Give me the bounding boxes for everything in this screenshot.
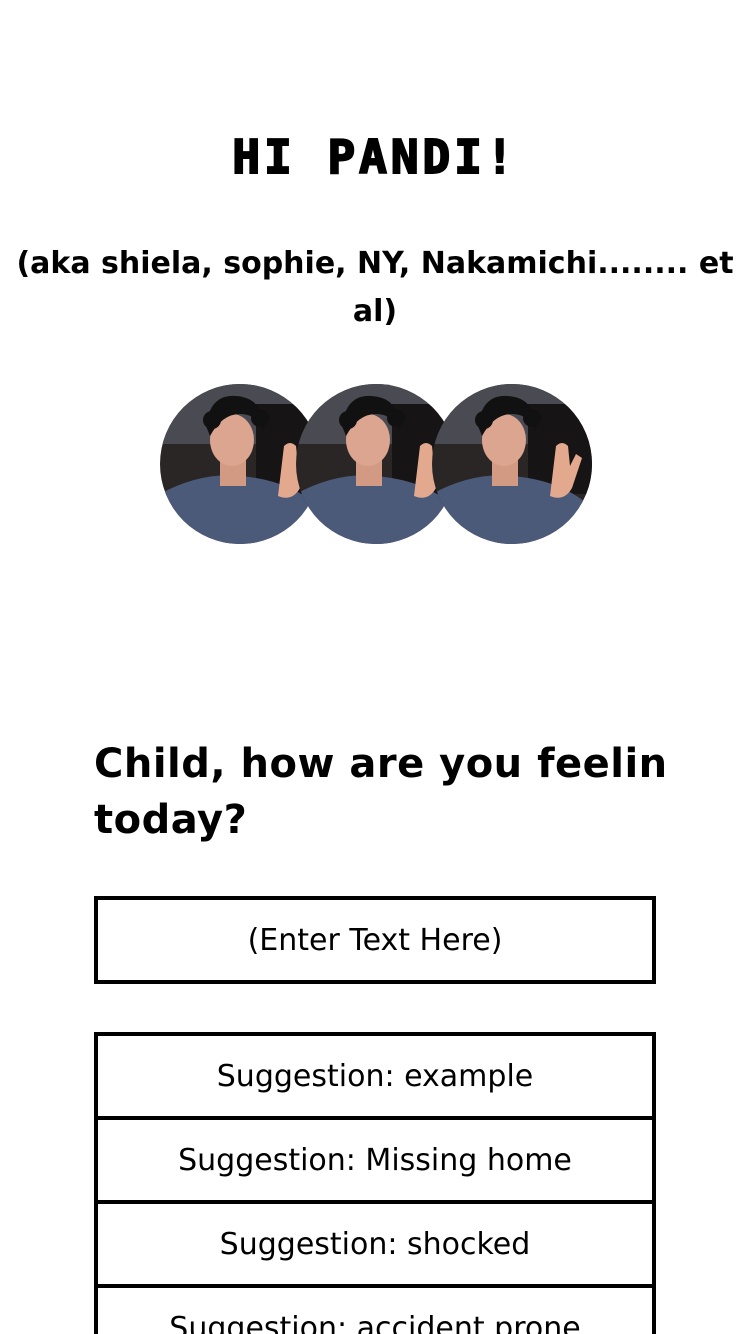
suggestion-list: Suggestion: example Suggestion: Missing … bbox=[94, 1032, 656, 1334]
aka-subtitle: (aka shiela, sophie, NY, Nakamichi......… bbox=[16, 246, 734, 329]
greeting-title: HI PANDI! bbox=[231, 129, 518, 185]
avatar-group bbox=[160, 384, 592, 544]
avatar bbox=[432, 384, 592, 544]
suggestion-item[interactable]: Suggestion: Missing home bbox=[98, 1120, 652, 1204]
feeling-question: Child, how are you feelin today? bbox=[94, 741, 668, 843]
feeling-input[interactable] bbox=[94, 896, 656, 984]
suggestion-item[interactable]: Suggestion: accident prone bbox=[98, 1288, 652, 1334]
suggestion-item[interactable]: Suggestion: example bbox=[98, 1036, 652, 1120]
suggestion-item[interactable]: Suggestion: shocked bbox=[98, 1204, 652, 1288]
